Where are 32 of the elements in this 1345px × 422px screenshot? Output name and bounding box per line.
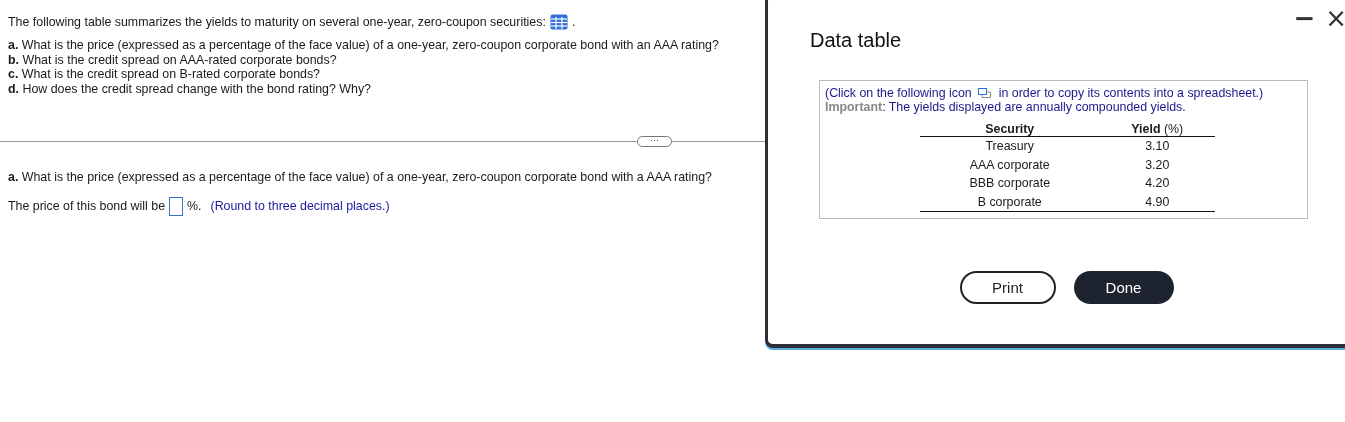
copy-icon[interactable] [977, 88, 991, 98]
question-text: b. What is the credit spread on AAA-rated corporate bonds? [8, 52, 338, 67]
table-icon[interactable] [549, 14, 568, 30]
table-cell-text: 4.20 [1144, 175, 1171, 192]
print-button[interactable]: Print [959, 271, 1056, 304]
question-text: d. How does the credit spread change with the bond rating? Why? [8, 81, 372, 96]
question-text: a. What is the price (expressed as a percentage of the face value) of a one-year, zero-coupon corporate bond with an AAA rating? [8, 38, 720, 53]
table-cell: Treasury [920, 136, 1100, 156]
answer-text: The price of this bond will be [8, 199, 166, 213]
percent-text: %. [187, 199, 202, 213]
table-cell: B corporate [920, 192, 1100, 212]
expand-button[interactable]: ⋯ [637, 136, 672, 147]
table-cell-text: BBB corporate [968, 175, 1052, 192]
answer-field[interactable] [169, 196, 184, 216]
period-text: . [571, 15, 576, 29]
column-header: Security [920, 122, 1100, 137]
dialog-title: Data table [810, 29, 903, 52]
column-header: Yield (%) [1099, 122, 1215, 137]
intro-text: The following table summarizes the yields to maturity on several one-year, zero-coupon securities: [8, 15, 546, 29]
table-cell-text: 3.20 [1144, 156, 1171, 174]
done-button[interactable]: Done [1073, 271, 1174, 304]
close-button[interactable]: × [1325, 6, 1345, 30]
table-cell: 3.10 [1099, 136, 1215, 156]
note-text: in order to copy its contents into a spreadsheet.) [998, 86, 1264, 100]
note-text: (Click on the following icon [825, 86, 972, 100]
question-text: a. What is the price (expressed as a percentage of the face value) of a one-year, zero-coupon corporate bond with a AAA rating? [7, 170, 713, 185]
hint-text: (Round to three decimal places.) [210, 199, 390, 213]
table-cell: 4.90 [1099, 192, 1215, 212]
table-cell-text: AAA corporate [968, 156, 1051, 174]
minimize-button[interactable]: − [1293, 6, 1316, 30]
question-text: c. What is the credit spread on B-rated corporate bonds? [8, 67, 321, 82]
important-text: Important: The yields displayed are annually compounded yields. [825, 100, 1187, 114]
